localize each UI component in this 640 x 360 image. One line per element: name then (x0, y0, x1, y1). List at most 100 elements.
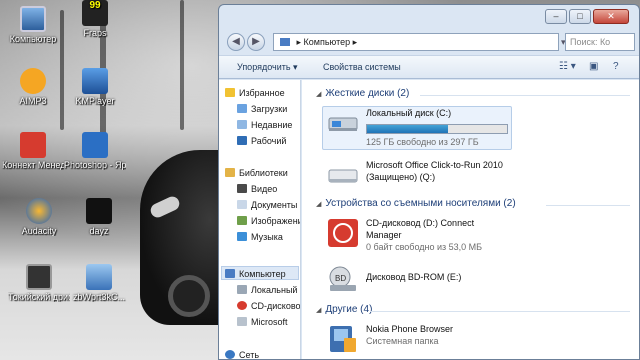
wallpaper-car-wheel (168, 275, 210, 317)
title-bar[interactable]: – □ ✕ (219, 5, 639, 29)
drive-c-name: Локальный диск (C:) (366, 108, 452, 118)
drive-c-usage-fill (367, 125, 449, 133)
photoshop-icon (82, 132, 108, 158)
nav-item-downloads[interactable]: Загрузки (237, 102, 287, 116)
nav-item-music[interactable]: Музыка (237, 230, 283, 244)
help-icon[interactable]: ? (613, 61, 619, 72)
system-properties-button[interactable]: Свойства системы (323, 62, 401, 72)
search-placeholder: Поиск: Ко (570, 37, 611, 47)
office-drive-icon (328, 169, 358, 183)
nav-item-recent[interactable]: Недавние (237, 118, 292, 132)
nav-item-network[interactable]: Сеть (225, 348, 259, 359)
collapse-arrow-icon[interactable]: ◢ (316, 307, 321, 314)
nav-item-office[interactable]: Microsoft (237, 315, 288, 329)
desktop-icon-audacity[interactable]: Audacity (8, 198, 70, 236)
recent-places-icon (237, 120, 247, 129)
music-library-icon (237, 232, 247, 241)
group-header-removable[interactable]: ◢ Устройства со съемными носителями (2) (316, 198, 516, 209)
desktop-icon-dayz[interactable]: dayz (68, 198, 130, 236)
group-divider (370, 311, 630, 312)
drive-c[interactable]: Локальный диск (C:) 125 ГБ свободно из 2… (326, 108, 516, 148)
collapse-arrow-icon[interactable]: ◢ (316, 201, 321, 208)
network-icon (225, 350, 235, 359)
address-row: ◀ ▶ ▸ Компьютер ▸ ▾ Поиск: Ко (219, 29, 639, 55)
close-button[interactable]: ✕ (593, 9, 629, 24)
breadcrumb-sep-icon: ▸ (296, 37, 304, 47)
nokia-phone-browser-icon (330, 326, 356, 352)
collapse-arrow-icon[interactable]: ◢ (316, 91, 321, 98)
nav-item-computer[interactable]: Компьютер (225, 267, 286, 281)
documents-library-icon (237, 200, 247, 209)
kmplayer-icon (82, 68, 108, 94)
drive-e-name: Дисковод BD-ROM (E:) (366, 272, 462, 282)
group-divider (546, 205, 630, 206)
libraries-icon (225, 168, 235, 177)
computer-icon (20, 6, 46, 32)
local-disk-icon (328, 117, 358, 131)
nav-item-desktop[interactable]: Рабочий (237, 134, 286, 148)
bd-rom-icon: BD (329, 266, 356, 291)
content-pane: ◢ Жесткие диски (2) Локальный диск (C:) 1… (302, 80, 639, 359)
desktop-icon-kmplayer[interactable]: KMPlayer (64, 68, 126, 106)
nav-item-pictures[interactable]: Изображения (237, 214, 300, 228)
window-controls: – □ ✕ (545, 9, 629, 24)
local-disk-icon (237, 285, 247, 294)
drive-c-usage-bar (366, 124, 508, 134)
minimize-button[interactable]: – (545, 9, 567, 24)
cd-drive-icon (328, 219, 358, 247)
desktop-icon-aimp[interactable]: AIMP3 (2, 68, 64, 106)
address-bar[interactable]: ▸ Компьютер ▸ (273, 33, 559, 51)
breadcrumb-chevron-icon[interactable]: ▸ (353, 37, 358, 47)
desktop-icon-tokyo-drift[interactable]: Токийский дрифт (8, 264, 70, 302)
maximize-button[interactable]: □ (569, 9, 591, 24)
connect-manager-icon (20, 132, 46, 158)
pictures-library-icon (237, 216, 247, 225)
nav-item-local-disk[interactable]: Локальный (237, 283, 297, 297)
aimp-icon (20, 68, 46, 94)
organize-button[interactable]: Упорядочить ▾ (237, 62, 298, 73)
nokia-type: Системная папка (366, 336, 439, 346)
drive-q-name: Microsoft Office Click-to-Run 2010 (366, 160, 503, 170)
breadcrumb-computer[interactable]: Компьютер (304, 37, 351, 47)
drive-e-bdrom[interactable]: BD Дисковод BD-ROM (E:) (326, 264, 526, 294)
cd-drive-icon (237, 301, 247, 310)
video-icon (26, 264, 52, 290)
nav-item-documents[interactable]: Документы (237, 198, 297, 212)
drive-q-office[interactable]: Microsoft Office Click-to-Run 2010 (Защи… (326, 160, 546, 190)
nav-item-cd-drive[interactable]: CD-дисковод (237, 299, 300, 313)
drive-d-name-line2: Manager (366, 230, 402, 240)
back-button[interactable]: ◀ (227, 33, 245, 51)
desktop-icon-connect-manager[interactable]: Коннект Менеджер (2, 132, 64, 170)
desktop-icon-computer[interactable]: Компьютер (2, 6, 64, 44)
svg-text:BD: BD (335, 274, 346, 283)
drive-q-name-line2: (Защищено) (Q:) (366, 172, 436, 182)
drive-c-free-space: 125 ГБ свободно из 297 ГБ (366, 137, 479, 147)
computer-icon (225, 269, 235, 278)
nav-item-favorites[interactable]: Избранное (225, 86, 285, 100)
downloads-folder-icon (237, 104, 247, 113)
nokia-name: Nokia Phone Browser (366, 324, 454, 334)
group-header-hard-disks[interactable]: ◢ Жесткие диски (2) (316, 88, 409, 99)
computer-icon (280, 38, 290, 46)
office-drive-icon (237, 317, 247, 326)
explorer-window: – □ ✕ ◀ ▶ ▸ Компьютер ▸ ▾ Поиск: Ко Упор… (218, 4, 640, 360)
forward-button[interactable]: ▶ (247, 33, 265, 51)
network-file-icon (86, 264, 112, 290)
desktop-icon-network-file[interactable]: zbWprt3kC... (68, 264, 130, 302)
command-bar: Упорядочить ▾ Свойства системы ☷ ▾ ▣ ? (219, 55, 639, 79)
preview-pane-icon[interactable]: ▣ (589, 61, 598, 72)
view-options-icon[interactable]: ☷ ▾ (559, 61, 576, 72)
desktop-icon-fraps[interactable]: 99 Fraps (64, 0, 126, 38)
wallpaper-tree (180, 0, 184, 130)
group-header-other[interactable]: ◢ Другие (4) (316, 304, 372, 315)
nav-item-video[interactable]: Видео (237, 182, 277, 196)
favorites-star-icon (225, 88, 235, 97)
desktop-folder-icon (237, 136, 247, 145)
drive-d-free-space: 0 байт свободно из 53,0 МБ (366, 242, 483, 252)
drive-d-cd[interactable]: CD-дисковод (D:) Connect Manager 0 байт … (326, 218, 546, 254)
desktop-icon-photoshop[interactable]: Photoshop - Ярлык (64, 132, 126, 170)
fraps-icon: 99 (82, 0, 108, 26)
search-input[interactable]: Поиск: Ко (565, 33, 635, 51)
nokia-phone-browser[interactable]: Nokia Phone Browser Системная папка (326, 324, 526, 358)
nav-item-libraries[interactable]: Библиотеки (225, 166, 288, 180)
